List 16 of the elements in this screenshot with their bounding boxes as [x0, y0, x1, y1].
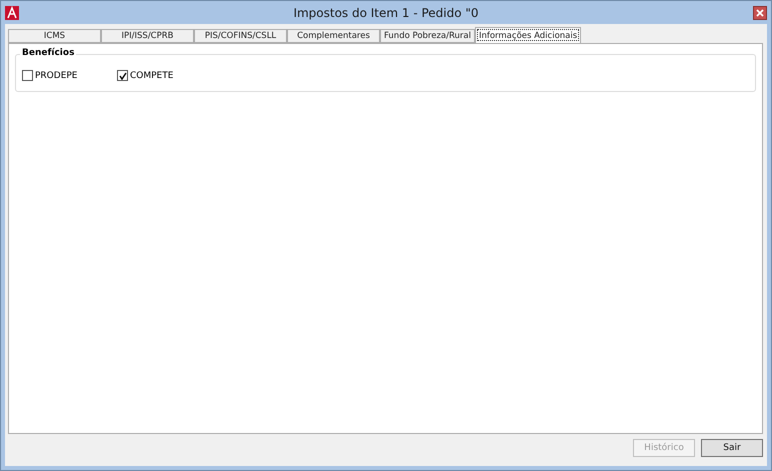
- app-logo-icon: [5, 6, 19, 20]
- checkbox-label: PRODEPE: [35, 70, 78, 80]
- window-title: Impostos do Item 1 - Pedido "0: [292, 6, 480, 20]
- tab[interactable]: IPI/ISS/CPRB: [101, 29, 194, 43]
- dialog-button[interactable]: Sair: [701, 439, 763, 457]
- close-icon: [756, 8, 764, 16]
- tab[interactable]: Fundo Pobreza/Rural: [380, 29, 475, 43]
- checkbox-label: COMPETE: [130, 70, 174, 80]
- tab[interactable]: PIS/COFINS/CSLL: [194, 29, 287, 43]
- tab[interactable]: Complementares: [287, 29, 380, 43]
- tab[interactable]: ICMS: [8, 29, 101, 43]
- group-title: Benefícios: [20, 48, 76, 58]
- close-button[interactable]: [753, 6, 767, 20]
- tab[interactable]: Informações Adicionais: [474, 27, 582, 43]
- checkbox[interactable]: [117, 70, 128, 81]
- checkbox[interactable]: [22, 70, 33, 81]
